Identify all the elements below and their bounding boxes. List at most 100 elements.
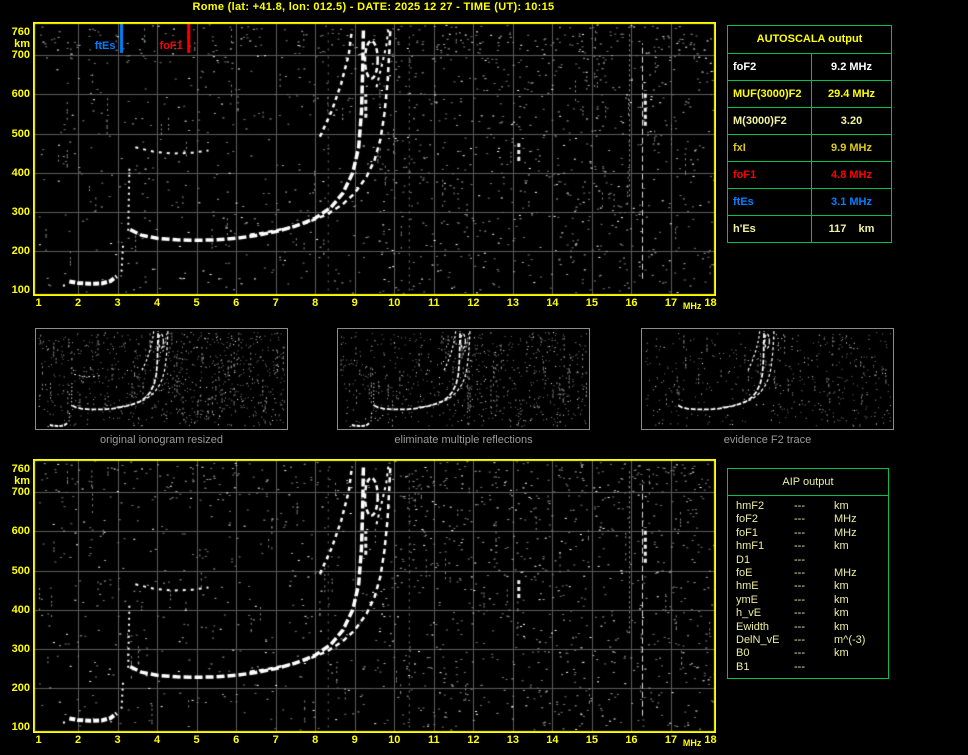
y-tick-label: 300 [11, 643, 30, 655]
thumbnail-caption-original: original ionogram resized [100, 434, 223, 446]
axis-unit-km: km [14, 475, 30, 487]
x-tick-label: 12 [467, 297, 480, 309]
x-tick-label: 11 [427, 297, 440, 309]
aip-param-name: hmF1 [736, 540, 765, 553]
x-tick-label: 14 [546, 734, 559, 746]
y-tick-label: 100 [11, 284, 30, 297]
aip-table-row: hmF2 --- km [728, 500, 888, 513]
autoscala-table-row: foF1 4.8 MHz [728, 162, 891, 189]
autoscala-table-title: AUTOSCALA output [728, 26, 891, 54]
aip-param-unit: km [834, 647, 849, 660]
autoscala-table-row: ftEs 3.1 MHz [728, 189, 891, 216]
autoscala-table-row: fxI 9.9 MHz [728, 135, 891, 162]
x-tick-label: 2 [74, 734, 82, 746]
x-tick-label: 4 [154, 297, 161, 309]
aip-param-unit: km [834, 620, 849, 633]
aip-table-row: B0 --- km [728, 647, 888, 660]
aip-table-row: hmE --- km [728, 580, 888, 593]
x-tick-label: 7 [272, 297, 279, 309]
axis-unit-mhz: MHz [682, 738, 702, 748]
param-name: ftEs [728, 189, 812, 215]
aip-param-unit: MHz [834, 513, 857, 526]
aip-param-value: --- [794, 580, 805, 593]
aip-param-unit: km [834, 580, 849, 593]
x-tick-label: 14 [546, 297, 559, 309]
y-tick-label: 500 [11, 564, 30, 577]
aip-param-unit: km [834, 593, 849, 606]
aip-table-row: Ewidth --- km [728, 621, 888, 634]
x-tick-label: 2 [74, 297, 82, 309]
x-tick-label: 5 [193, 297, 200, 309]
aip-output-table: AIP output hmF2 --- km foF2 --- MHz foF1 --- MHz… [727, 468, 889, 679]
param-value: 9.9 MHz [831, 142, 872, 154]
y-tick-label: 760 [11, 462, 30, 475]
aip-table-row: ymE --- km [728, 594, 888, 607]
x-tick-label: 5 [193, 734, 200, 746]
axis-unit-mhz: MHz [682, 301, 702, 311]
x-tick-label: 10 [388, 734, 401, 746]
thumbnail-eliminate-reflections [337, 328, 590, 430]
autoscala-table-row: foF2 9.2 MHz [728, 54, 891, 81]
param-name: foF2 [728, 54, 812, 80]
aip-param-unit [834, 554, 888, 567]
aip-param-unit: km [834, 540, 849, 553]
y-tick-label: 200 [11, 245, 30, 258]
ionogram-plot-aip [33, 459, 716, 733]
aip-param-value: --- [794, 526, 805, 539]
param-value: 3.20 [840, 115, 863, 127]
x-tick-label: 3 [114, 297, 121, 309]
thumbnail-original-ionogram [35, 328, 288, 430]
aip-table-row: hmF1 --- km [728, 540, 888, 553]
param-value: 9.2 MHz [831, 61, 872, 73]
y-tick-label: 400 [11, 166, 30, 179]
aip-param-value: --- [794, 593, 805, 606]
x-tick-label: 9 [351, 734, 358, 746]
autoscala-table-row: M(3000)F2 3.20 [728, 108, 891, 135]
aip-param-value: --- [794, 633, 805, 646]
aip-table-row: DelN_vE --- m^(-3) [728, 634, 888, 647]
aip-param-value: --- [794, 647, 805, 660]
x-tick-label: 6 [233, 734, 240, 746]
aip-table-title: AIP output [728, 469, 888, 496]
aip-param-name: foF1 [736, 526, 759, 539]
autoscala-table-row: h'Es 117 km [728, 216, 891, 242]
aip-table-row: h_vE --- km [728, 607, 888, 620]
aip-param-unit: m^(-3) [834, 633, 866, 646]
y-tick-label: 600 [11, 88, 30, 101]
param-name: h'Es [728, 216, 812, 242]
x-tick-label: 6 [233, 297, 240, 309]
autoscala-window: Rome (lat: +41.8, lon: 012.5) - DATE: 20… [0, 0, 968, 755]
x-tick-label: 13 [506, 734, 519, 746]
param-name: fxI [728, 135, 812, 161]
aip-param-value: --- [794, 620, 805, 633]
aip-param-unit: km [834, 607, 849, 620]
y-tick-label: 600 [11, 525, 30, 538]
aip-param-name: Ewidth [736, 620, 770, 633]
page-title: Rome (lat: +41.8, lon: 012.5) - DATE: 20… [192, 1, 555, 13]
x-tick-label: 9 [351, 297, 358, 309]
param-name: MUF(3000)F2 [728, 81, 812, 107]
aip-param-value: --- [794, 566, 805, 579]
aip-param-value: --- [794, 553, 805, 566]
x-tick-label: 18 [704, 734, 717, 746]
aip-param-name: hmF2 [736, 500, 765, 512]
aip-table-row: D1 --- [728, 554, 888, 567]
aip-param-name: D1 [736, 553, 751, 566]
y-tick-label: 760 [11, 25, 30, 38]
y-tick-label: 500 [11, 127, 30, 140]
x-tick-label: 7 [272, 734, 279, 746]
autoscala-table-row: MUF(3000)F2 29.4 MHz [728, 81, 891, 108]
marker-label-foF1: foF1 [159, 40, 183, 52]
aip-param-value: --- [794, 540, 805, 553]
param-name: M(3000)F2 [728, 108, 812, 134]
aip-param-unit: km [834, 500, 849, 512]
aip-param-name: foF2 [736, 513, 759, 526]
thumbnail-evidence-f2-trace [641, 328, 894, 430]
aip-param-name: B1 [736, 660, 750, 673]
aip-param-value: --- [794, 513, 805, 526]
x-tick-label: 16 [625, 734, 638, 746]
x-tick-label: 17 [664, 297, 678, 309]
ionogram-plot-autoscala [33, 22, 716, 296]
y-tick-label: 400 [11, 603, 30, 616]
aip-param-name: foE [736, 566, 753, 579]
